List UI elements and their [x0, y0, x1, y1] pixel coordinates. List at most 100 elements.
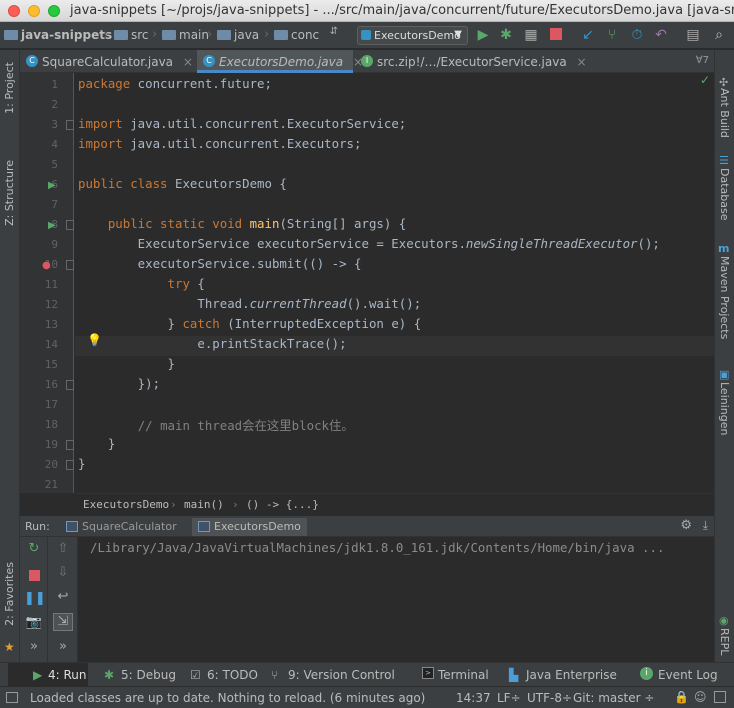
tab-executorservice[interactable]: Isrc.zip!/…/ExecutorService.java ×: [355, 50, 593, 73]
editor-gutter: 1 2 3 4 5 6 7 8 9 10 11 12 13 14 15 16 17 18 19 20 21 ▶ ▶ ●: [20, 73, 74, 493]
vcs-icon: ⑂: [271, 668, 279, 682]
chevron-right-icon: ›: [232, 498, 239, 511]
toolwindow-version-control[interactable]: 9: Version Control: [288, 668, 395, 682]
toolwindow-java-enterprise[interactable]: Java Enterprise: [526, 668, 617, 682]
favorites-tool-button[interactable]: 2: Favorites: [3, 562, 16, 626]
run-toolbar-secondary: ⇧ ⇩ ↩ ⇲ »: [48, 537, 78, 662]
folder-icon: [114, 30, 128, 40]
database-tool-button[interactable]: Database: [718, 168, 731, 221]
close-window-button[interactable]: [8, 5, 20, 17]
line-number: 9: [51, 238, 58, 251]
hide-panel-icon[interactable]: ⤓: [703, 518, 708, 533]
stop-icon[interactable]: [547, 28, 565, 44]
run-icon[interactable]: ▶: [474, 27, 492, 43]
run-tab-squarecalculator[interactable]: SquareCalculator: [60, 518, 183, 536]
console-output[interactable]: /Library/Java/JavaVirtualMachines/jdk1.8…: [78, 537, 714, 662]
run-tab-executorsdemo[interactable]: ExecutorsDemo: [192, 518, 307, 536]
pause-icon[interactable]: ❚❚: [24, 591, 46, 609]
close-tab-icon[interactable]: ×: [577, 55, 587, 69]
fold-icon[interactable]: [66, 460, 74, 470]
nav-crumb-java[interactable]: java: [217, 28, 259, 42]
revert-icon[interactable]: ↶: [652, 27, 670, 43]
run-configuration-select[interactable]: ExecutorsDemo ▼: [357, 26, 468, 45]
star-icon: ★: [4, 640, 15, 654]
project-tool-button[interactable]: 1: Project: [3, 62, 16, 114]
database-icon: ☰: [719, 154, 729, 167]
project-structure-icon[interactable]: ▤: [684, 27, 702, 43]
class-icon: C: [26, 55, 38, 67]
tab-squarecalculator[interactable]: C SquareCalculator.java ×: [20, 50, 195, 73]
inspection-ok-icon[interactable]: ✓: [700, 73, 710, 87]
coverage-icon[interactable]: ▦: [522, 27, 540, 43]
run-gutter-icon[interactable]: ▶: [48, 180, 56, 191]
toolwindow-event-log[interactable]: Event Log: [658, 668, 718, 682]
inspector-icon[interactable]: ☺: [694, 690, 707, 704]
nav-crumb-conc[interactable]: conc: [274, 28, 319, 42]
run-gutter-icon[interactable]: ▶: [48, 220, 56, 231]
toolwindow-run[interactable]: 4: Run: [48, 668, 87, 682]
nav-crumb-src[interactable]: src: [114, 28, 149, 42]
tab-overflow[interactable]: ∀7: [696, 55, 709, 66]
zoom-window-button[interactable]: [48, 5, 60, 17]
nav-project[interactable]: java-snippets: [4, 28, 112, 42]
arrow-down-icon[interactable]: ⇩: [53, 565, 73, 583]
search-icon[interactable]: ⌕: [710, 27, 728, 43]
fold-icon[interactable]: [66, 380, 74, 390]
more-icon[interactable]: »: [53, 639, 73, 657]
fold-icon[interactable]: [66, 260, 74, 270]
dump-threads-icon[interactable]: 📷: [24, 615, 44, 633]
breadcrumb-class[interactable]: ExecutorsDemo: [83, 498, 169, 511]
code-line-11: try {: [167, 276, 205, 291]
caret-position[interactable]: 14:37: [456, 691, 491, 705]
debug-icon[interactable]: ✱: [497, 27, 515, 43]
folder-icon: [217, 30, 231, 40]
close-tab-icon[interactable]: ×: [183, 55, 193, 69]
stop-icon[interactable]: [24, 567, 44, 585]
more-icon[interactable]: »: [24, 639, 44, 657]
vcs-update-icon[interactable]: ↙: [579, 27, 597, 43]
debug-icon: ✱: [104, 668, 115, 682]
fold-icon[interactable]: [66, 440, 74, 450]
nav-crumb-main[interactable]: main: [162, 28, 209, 42]
file-encoding[interactable]: UTF-8÷: [527, 691, 572, 705]
breadcrumb-lambda[interactable]: () -> {...}: [246, 498, 319, 511]
breadcrumb-method[interactable]: main(): [184, 498, 224, 511]
code-line-15: }: [78, 356, 175, 371]
gear-icon[interactable]: ⚙: [680, 518, 692, 533]
ant-build-tool-button[interactable]: Ant Build: [718, 88, 731, 138]
rerun-icon[interactable]: ↻: [24, 541, 44, 559]
fold-icon[interactable]: [66, 120, 74, 130]
leiningen-tool-button[interactable]: Leiningen: [718, 382, 731, 435]
line-separator[interactable]: LF÷: [497, 691, 521, 705]
code-line-14: e.printStackTrace();: [78, 336, 347, 351]
breakpoint-lambda-icon[interactable]: ●: [42, 260, 51, 271]
toolwindow-terminal[interactable]: Terminal: [438, 668, 489, 682]
console-icon: [66, 521, 78, 532]
memory-indicator-icon[interactable]: [714, 691, 726, 703]
left-tool-strip: 1: Project Z: Structure 2: Favorites ★: [0, 50, 20, 662]
repl-tool-button[interactable]: REPL: [718, 628, 731, 655]
toolwindow-debug[interactable]: 5: Debug: [121, 668, 176, 682]
chevron-down-icon: ▼: [454, 29, 462, 40]
lock-icon[interactable]: 🔒: [674, 690, 689, 704]
scroll-to-end-icon[interactable]: ⇲: [53, 613, 73, 631]
tab-executorsdemo[interactable]: C ExecutorsDemo.java ×: [197, 50, 363, 73]
git-branch[interactable]: Git: master ÷: [573, 691, 654, 705]
code-line-16: });: [78, 376, 161, 391]
code-line-10: executorService.submit(() -> {: [78, 256, 362, 271]
structure-tool-button[interactable]: Z: Structure: [3, 160, 16, 226]
class-icon: [361, 30, 371, 40]
fold-icon[interactable]: [66, 220, 74, 230]
vcs-commit-icon[interactable]: ⑂: [603, 27, 621, 43]
code-editor[interactable]: 💡 package concurrent.future; import java…: [75, 73, 714, 493]
maven-tool-button[interactable]: Maven Projects: [718, 256, 731, 339]
minimize-window-button[interactable]: [28, 5, 40, 17]
soft-wrap-icon[interactable]: ↩: [53, 589, 73, 607]
sort-icon[interactable]: ⇵: [325, 26, 343, 37]
arrow-up-icon[interactable]: ⇧: [53, 541, 73, 559]
vcs-history-icon[interactable]: ⏱: [628, 27, 646, 43]
code-line-13: } catch (InterruptedException e) {: [78, 316, 422, 331]
line-number: 15: [44, 358, 58, 371]
toolwindow-todo[interactable]: 6: TODO: [207, 668, 258, 682]
tool-windows-toggle-icon[interactable]: [6, 692, 18, 703]
